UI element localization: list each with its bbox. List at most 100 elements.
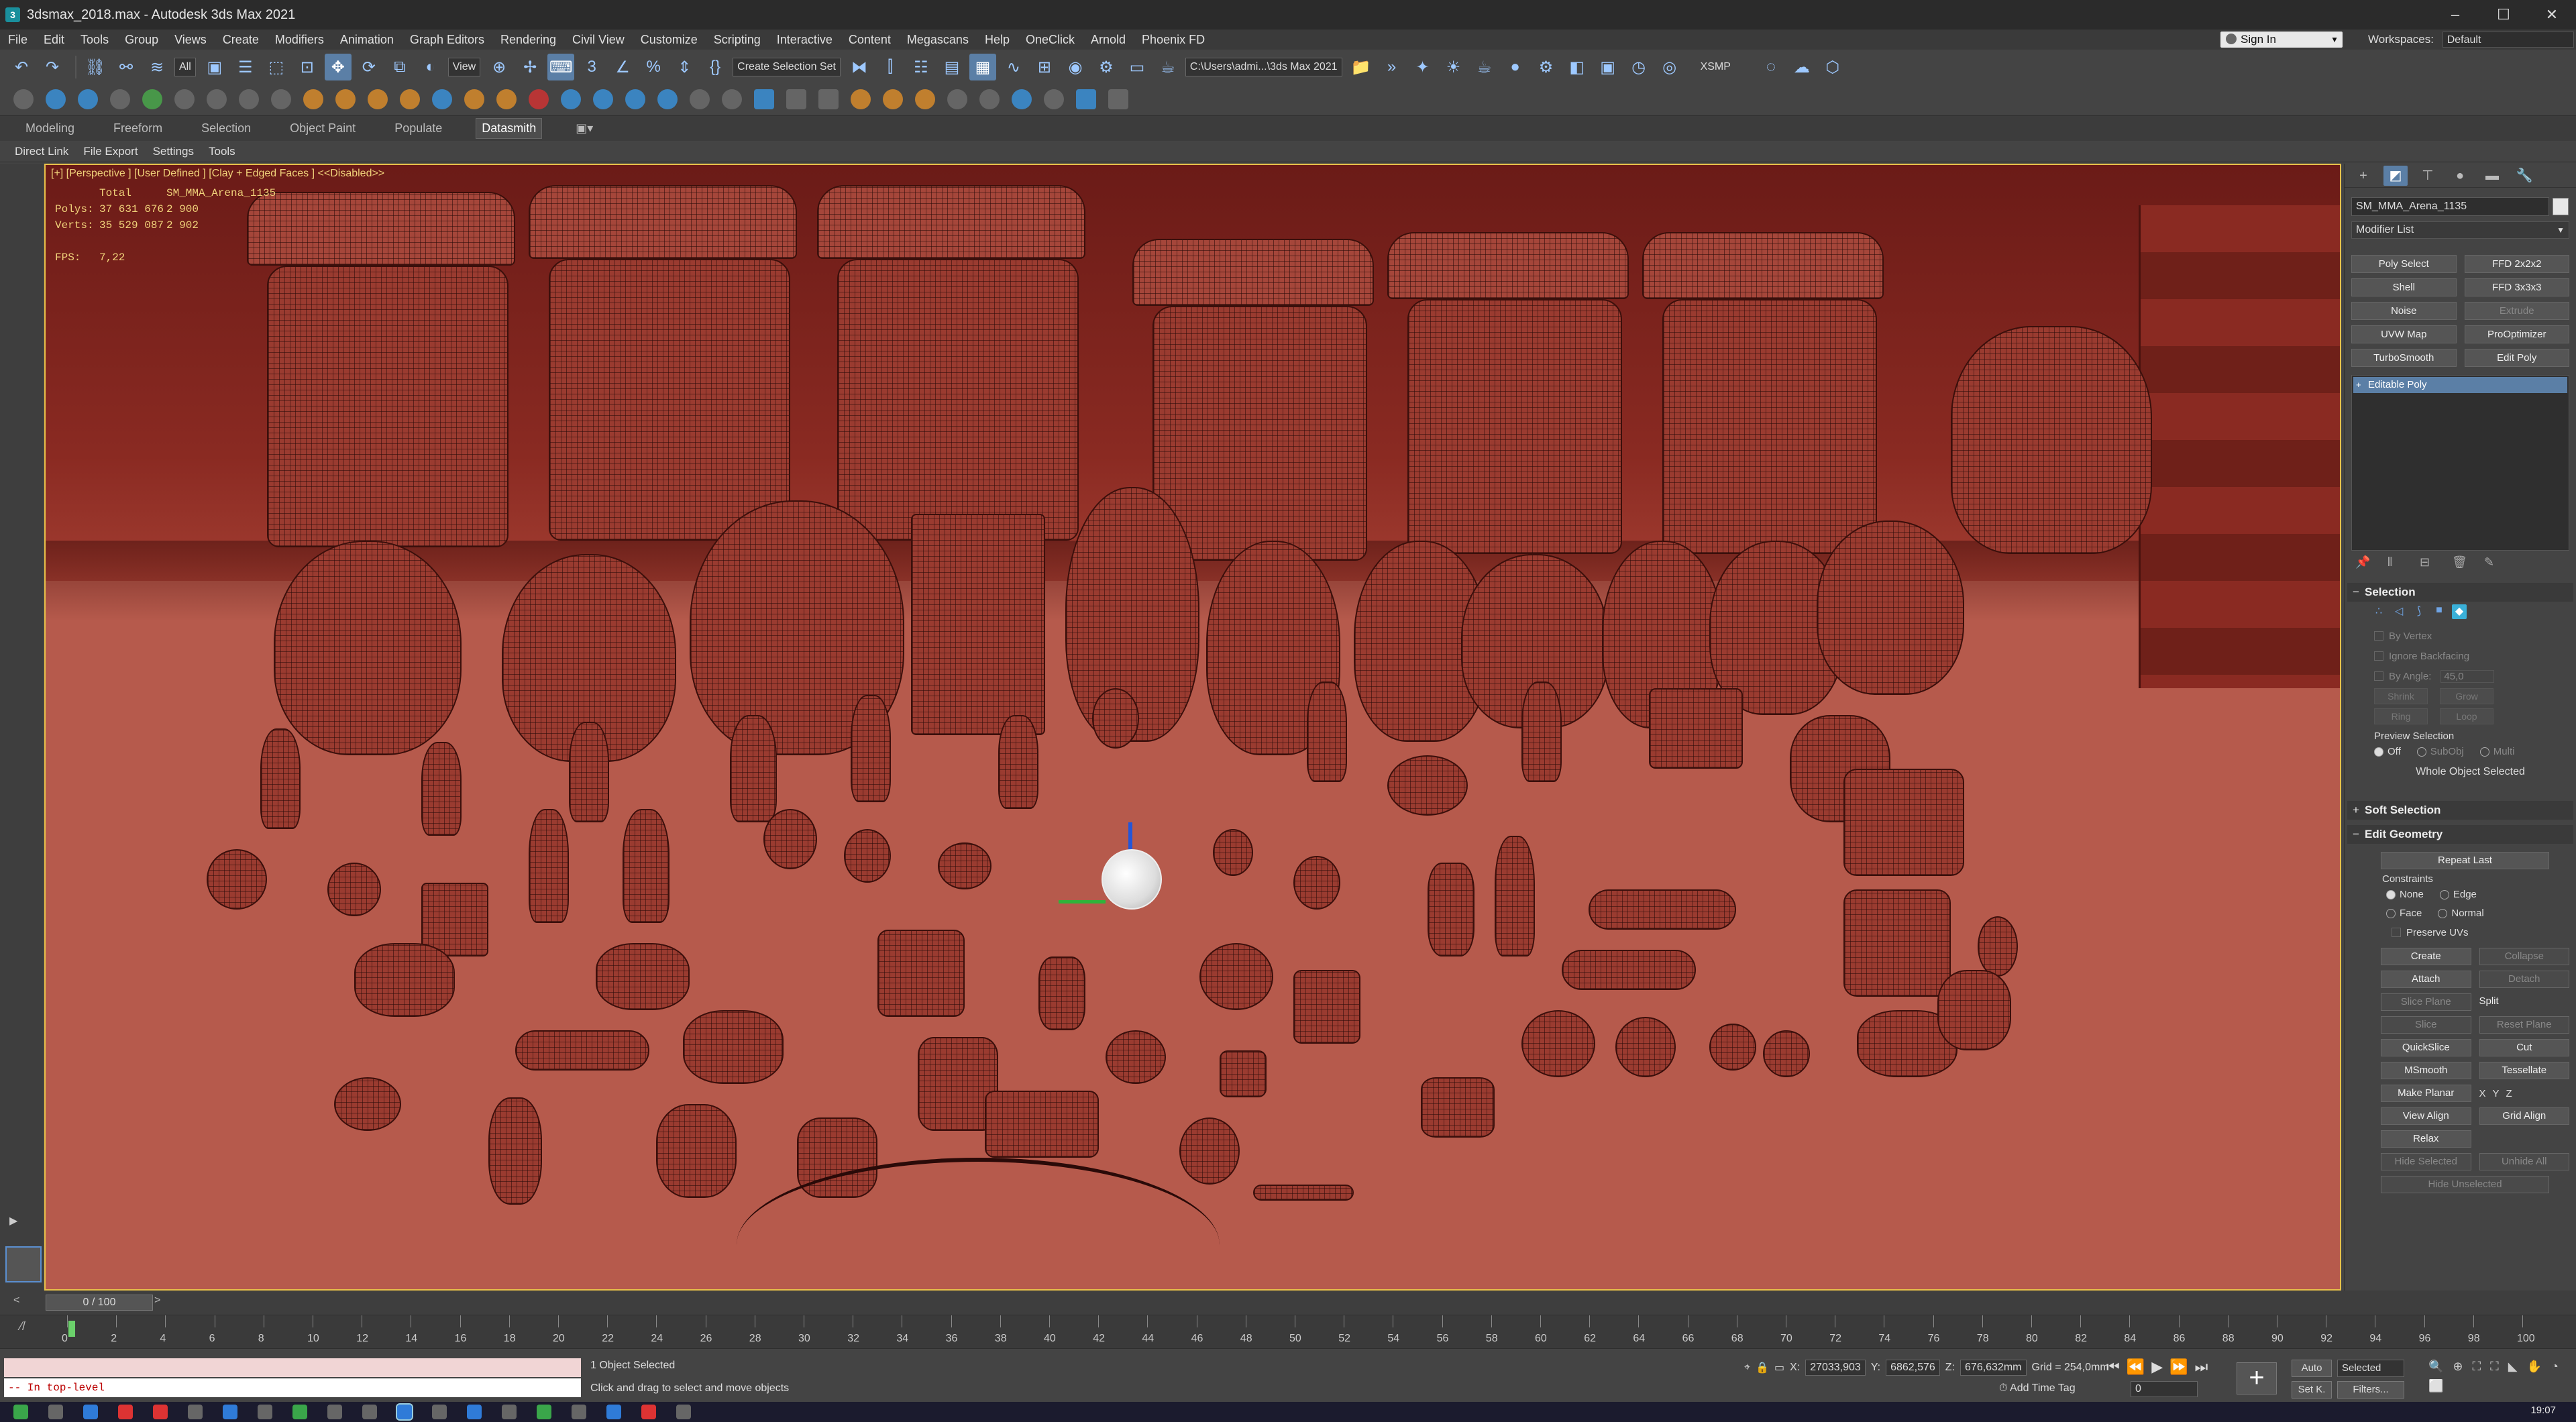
slice-plane-button[interactable]: Slice Plane <box>2381 993 2471 1011</box>
phoenix-tool-icon-4[interactable] <box>400 89 420 109</box>
vray-vfb-icon[interactable] <box>1108 89 1128 109</box>
grow-button[interactable]: Grow <box>2440 688 2493 704</box>
phoenix-tool-icon-3[interactable] <box>368 89 388 109</box>
object-color-swatch[interactable] <box>2553 198 2569 215</box>
motion-icon[interactable]: ● <box>2448 166 2472 186</box>
minimize-icon[interactable]: – <box>2431 0 2479 30</box>
make-unique-icon[interactable]: ⊟ <box>2420 555 2437 573</box>
preserve-uvs-checkbox[interactable]: Preserve UVs <box>2392 922 2576 942</box>
file-export-button[interactable]: File Export <box>83 145 138 158</box>
y-coord-field[interactable]: 6862,576 <box>1886 1360 1940 1376</box>
next-frame-icon[interactable]: > <box>154 1295 160 1307</box>
select-rotate-icon[interactable]: ⟳ <box>356 54 382 80</box>
relax-button[interactable]: Relax <box>2381 1130 2471 1148</box>
taskbar-app-icon[interactable] <box>223 1405 237 1419</box>
go-to-end-icon[interactable]: ⏭ <box>2195 1358 2208 1376</box>
taskbar-app-icon[interactable] <box>48 1405 63 1419</box>
z-coord-field[interactable]: 676,632mm <box>1960 1360 2027 1376</box>
unhide-all-button[interactable]: Unhide All <box>2479 1153 2569 1170</box>
tab-modeling[interactable]: Modeling <box>20 119 80 138</box>
menu-content[interactable]: Content <box>841 33 899 47</box>
pause-icon[interactable] <box>207 89 227 109</box>
shrink-button[interactable]: Shrink <box>2374 688 2428 704</box>
utilities-icon[interactable]: 🔧 <box>2512 166 2536 186</box>
maxscript-listener-output[interactable]: -- In top-level <box>4 1378 581 1397</box>
taskbar-app-icon[interactable] <box>327 1405 342 1419</box>
vray-dome-icon[interactable] <box>851 89 871 109</box>
vertex-icon[interactable]: ∴ <box>2371 604 2386 619</box>
light-lister-icon[interactable]: ☀ <box>1440 54 1467 80</box>
play-icon[interactable]: ▶ <box>2151 1358 2163 1376</box>
soft-selection-rollout-header[interactable]: + Soft Selection <box>2347 801 2573 820</box>
render-icon[interactable]: ☕ <box>1155 54 1181 80</box>
edit-named-sel-icon[interactable]: {} <box>702 54 729 80</box>
modifier-list-dropdown[interactable]: Modifier List ▼ <box>2351 221 2569 239</box>
taskbar-app-icon[interactable] <box>432 1405 447 1419</box>
menu-help[interactable]: Help <box>977 33 1018 47</box>
fov-icon[interactable]: ◣ <box>2508 1360 2518 1374</box>
snaps-toggle-icon[interactable]: 3 <box>578 54 605 80</box>
menu-phoenix-fd[interactable]: Phoenix FD <box>1134 33 1213 47</box>
shell-button[interactable]: Shell <box>2351 278 2457 296</box>
mirror-icon[interactable]: ⧓ <box>846 54 873 80</box>
add-time-tag[interactable]: ⏱ Add Time Tag <box>1999 1382 2076 1394</box>
globe-icon[interactable]: ◎ <box>1656 54 1683 80</box>
maximize-icon[interactable]: ☐ <box>2479 0 2528 30</box>
taskbar-app-icon[interactable] <box>502 1405 517 1419</box>
ffd-3x3x3-button[interactable]: FFD 3x3x3 <box>2464 278 2569 296</box>
menu-megascans[interactable]: Megascans <box>899 33 977 47</box>
redo-icon[interactable]: ↷ <box>39 54 66 80</box>
create-button[interactable]: Create <box>2381 948 2471 965</box>
menu-oneclick[interactable]: OneClick <box>1018 33 1083 47</box>
constraint-edge-radio[interactable]: Edge <box>2439 889 2477 900</box>
next-key-icon[interactable]: ⏩ <box>2169 1358 2188 1376</box>
angle-snap-icon[interactable]: ∠ <box>609 54 636 80</box>
phoenix-tool-icon-1[interactable] <box>303 89 323 109</box>
workspaces-dropdown[interactable]: Default <box>2442 32 2574 48</box>
taskbar-app-icon[interactable] <box>13 1405 28 1419</box>
bind-space-warp-icon[interactable]: ≋ <box>144 54 170 80</box>
current-frame-field[interactable]: 0 <box>2131 1381 2198 1397</box>
edit-poly-button[interactable]: Edit Poly <box>2464 349 2569 367</box>
vray-tool-icon-4[interactable] <box>110 89 130 109</box>
trash-icon[interactable] <box>271 89 291 109</box>
taskbar-app-icon[interactable] <box>606 1405 621 1419</box>
quickslice-button[interactable]: QuickSlice <box>2381 1039 2471 1056</box>
phoenix-icon[interactable]: ◌ <box>1758 54 1784 80</box>
poly-select-button[interactable]: Poly Select <box>2351 255 2457 273</box>
extrude-button[interactable]: Extrude <box>2464 302 2569 320</box>
preview-subobj-radio[interactable]: SubObj <box>2416 746 2464 757</box>
border-icon[interactable]: ⟆ <box>2412 604 2426 619</box>
percent-snap-icon[interactable]: % <box>640 54 667 80</box>
viewport-layout-icon[interactable] <box>5 1246 42 1282</box>
selection-rollout-header[interactable]: − Selection <box>2347 583 2573 602</box>
key-filter-dropdown[interactable]: Selected <box>2337 1360 2404 1377</box>
menu-civil-view[interactable]: Civil View <box>564 33 633 47</box>
hide-unselected-button[interactable]: Hide Unselected <box>2381 1176 2549 1193</box>
gear-icon[interactable]: ⚙ <box>1533 54 1560 80</box>
taskbar-app-icon[interactable] <box>467 1405 482 1419</box>
vray-material-icon[interactable] <box>1076 89 1096 109</box>
expand-icon[interactable]: + <box>2356 377 2361 393</box>
create-icon[interactable]: + <box>2351 166 2375 186</box>
time-slider-handle[interactable]: 0 / 100 <box>46 1295 153 1311</box>
phoenix-tool-icon-11[interactable] <box>625 89 645 109</box>
tools-button[interactable]: Tools <box>209 145 235 158</box>
constraint-none-radio[interactable]: None <box>2386 889 2424 900</box>
tab-populate[interactable]: Populate <box>389 119 447 138</box>
play-arrow-icon[interactable]: ▶ <box>9 1214 25 1230</box>
help-icon[interactable] <box>722 89 742 109</box>
camera-icon[interactable]: ◧ <box>1564 54 1591 80</box>
orbit-icon[interactable]: ◔ <box>2551 1360 2559 1374</box>
constraint-normal-radio[interactable]: Normal <box>2438 908 2484 919</box>
select-move-icon[interactable]: ✥ <box>324 54 352 80</box>
lock-icon[interactable]: 🔒 <box>1756 1361 1769 1374</box>
noise-button[interactable]: Noise <box>2351 302 2457 320</box>
vray-decal-icon[interactable] <box>1012 89 1032 109</box>
polygon-icon[interactable]: ■ <box>2432 604 2447 619</box>
current-frame-marker[interactable] <box>68 1321 75 1337</box>
ring-button[interactable]: Ring <box>2374 708 2428 724</box>
cut-button[interactable]: Cut <box>2479 1039 2569 1056</box>
by-angle-spinner[interactable]: 45,0 <box>2440 669 2495 683</box>
tab-datasmith[interactable]: Datasmith <box>476 118 543 139</box>
